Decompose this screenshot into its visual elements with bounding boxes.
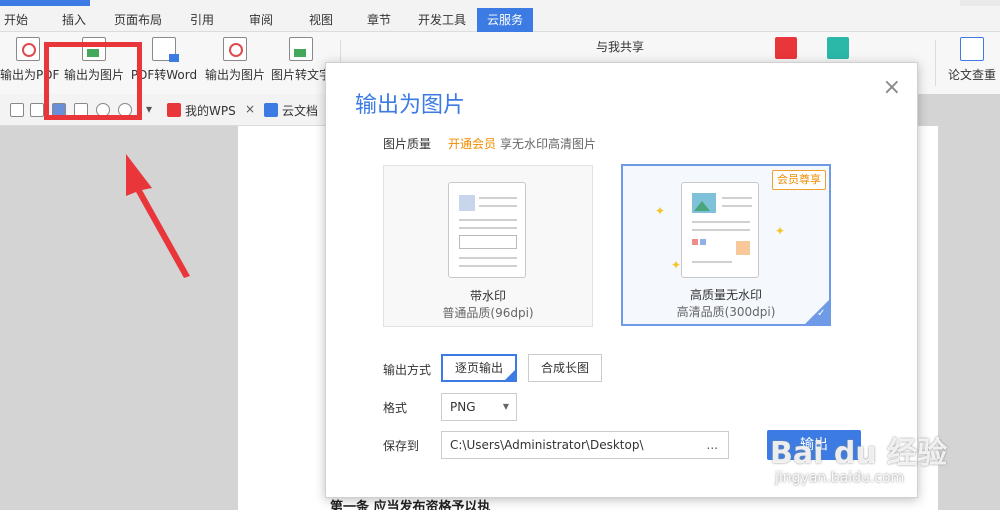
- option-subtitle: 普通品质(96dpi): [442, 306, 534, 320]
- close-tab-icon[interactable]: ×: [245, 102, 255, 116]
- tab-references[interactable]: 引用: [190, 8, 214, 32]
- format-label: 格式: [383, 401, 408, 415]
- dialog-title: 输出为图片: [355, 93, 466, 118]
- close-icon[interactable]: ×: [883, 75, 901, 100]
- save-path-value: C:\Users\Administrator\Desktop\: [450, 438, 644, 452]
- export-image-button-2[interactable]: 输出为图片: [204, 37, 266, 89]
- annotation-highlight-box: [44, 42, 142, 120]
- image-to-text-icon: [289, 37, 313, 61]
- format-select[interactable]: PNG ▼: [441, 393, 517, 421]
- tab-home[interactable]: 开始: [4, 8, 28, 32]
- show-icon: [775, 37, 797, 59]
- save-to-label: 保存到: [383, 439, 420, 453]
- tab-my-wps[interactable]: 我的WPS: [185, 102, 236, 119]
- long-image-button[interactable]: 合成长图: [528, 354, 603, 382]
- plagiarism-check-icon: [960, 37, 984, 61]
- tab-developer[interactable]: 开发工具: [418, 8, 466, 32]
- save-icon[interactable]: [10, 103, 24, 117]
- annotation-arrow-icon: [126, 154, 190, 278]
- export-icon[interactable]: [30, 103, 44, 117]
- pdf-to-word-icon: [152, 37, 179, 62]
- baidu-watermark-url: jingyan.baidu.com: [775, 470, 905, 486]
- tab-chapter[interactable]: 章节: [367, 8, 391, 32]
- quality-label: 图片质量: [383, 137, 432, 151]
- option-title: 带水印: [469, 289, 506, 303]
- app-accent-strip: [0, 0, 90, 6]
- per-page-output-button[interactable]: 逐页输出: [441, 354, 518, 382]
- pdf-export-icon: [16, 37, 40, 61]
- vip-badge: 会员尊享: [772, 170, 826, 190]
- tab-page-layout[interactable]: 页面布局: [114, 8, 162, 32]
- image-to-text-label: 图片转文字: [270, 68, 331, 82]
- image-to-text-button[interactable]: 图片转文字: [270, 37, 332, 89]
- tab-view[interactable]: 视图: [309, 8, 333, 32]
- tab-cloud-service[interactable]: 云服务: [477, 8, 534, 32]
- image-export-icon: [223, 37, 247, 61]
- sparkle-icon: ✦: [671, 258, 682, 272]
- plagiarism-check-button[interactable]: 论文查重: [944, 37, 1000, 89]
- sparkle-icon: ✦: [655, 204, 666, 218]
- hd-preview-thumbnail: [681, 182, 759, 278]
- watermark-preview-thumbnail: [448, 182, 526, 278]
- output-mode-label: 输出方式: [383, 363, 432, 377]
- window-control-strip: [960, 0, 1000, 6]
- chevron-down-icon: ▼: [502, 402, 509, 411]
- document-text: 第一条 应当发布资格予以执: [330, 500, 491, 510]
- wps-logo-icon: [167, 103, 181, 117]
- vip-description: 享无水印高清图片: [500, 137, 597, 151]
- ribbon-separator: [935, 40, 936, 86]
- chevron-down-icon[interactable]: ▾: [146, 102, 152, 116]
- shared-with-me-label: 与我共享: [595, 40, 644, 54]
- selected-check-icon: ✓: [805, 300, 829, 324]
- option-subtitle: 高清品质(300dpi): [676, 305, 776, 319]
- menu-tab-bar: 开始 插入 页面布局 引用 审阅 视图 章节 开发工具 云服务: [0, 0, 1000, 32]
- option-title: 高质量无水印: [689, 288, 762, 302]
- export-image-label-2: 输出为图片: [204, 68, 265, 82]
- tab-review[interactable]: 审阅: [249, 8, 273, 32]
- open-vip-link[interactable]: 开通会员: [448, 135, 496, 152]
- sparkle-icon: ✦: [775, 224, 786, 238]
- cloud-doc-icon: [264, 103, 278, 117]
- quality-option-hd[interactable]: 会员尊享 ✦ ✦ ✦ 高质量无水印 高清品质(300dpi) ✓: [621, 164, 831, 326]
- tab-cloud-doc[interactable]: 云文档: [282, 102, 318, 119]
- format-value: PNG: [450, 400, 476, 414]
- tab-insert[interactable]: 插入: [62, 8, 86, 32]
- browse-button[interactable]: ...: [707, 432, 718, 458]
- baidu-watermark-logo: Bai du 经验: [770, 436, 948, 471]
- write-icon: [827, 37, 849, 59]
- save-path-input[interactable]: C:\Users\Administrator\Desktop\ ...: [441, 431, 729, 459]
- plagiarism-check-label: 论文查重: [947, 68, 996, 82]
- quality-option-watermark[interactable]: 带水印 普通品质(96dpi): [383, 165, 593, 327]
